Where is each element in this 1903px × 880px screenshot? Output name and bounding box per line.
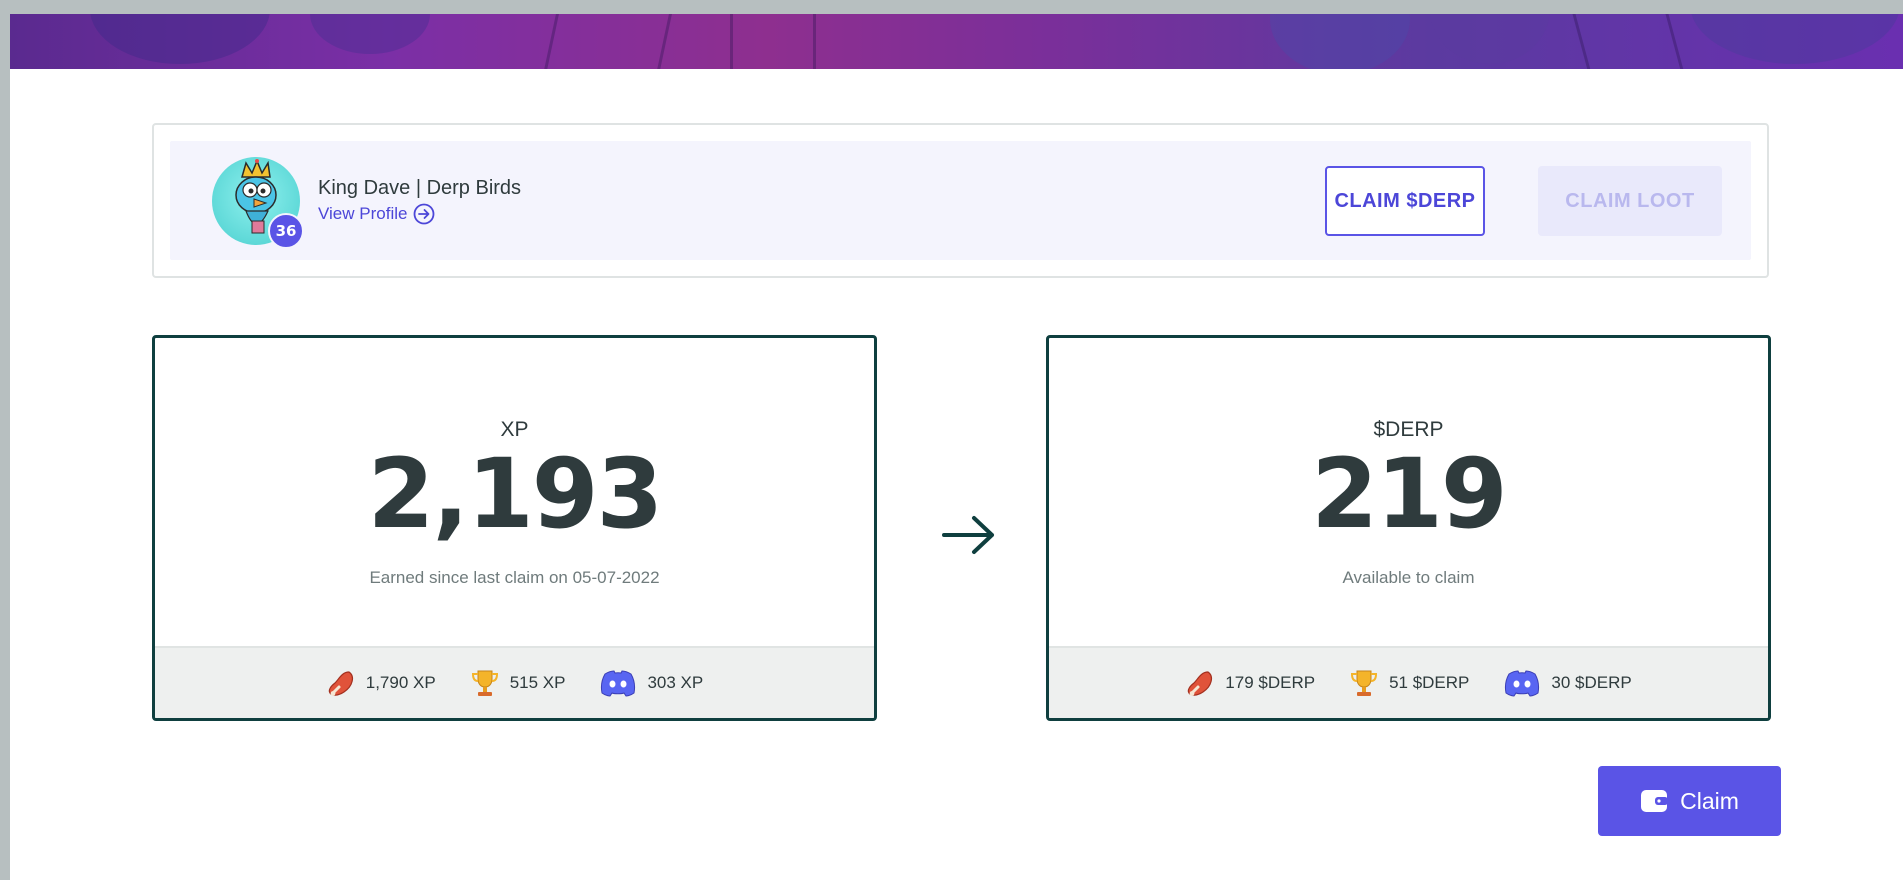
- claim-loot-button[interactable]: CLAIM LOOT: [1538, 166, 1722, 236]
- derp-subtitle: Available to claim: [1342, 568, 1475, 587]
- level-badge: 36: [268, 213, 304, 249]
- meat-icon: [328, 671, 353, 696]
- derp-breakdown: 179 $DERP 51 $DERP 30 $DERP: [1049, 646, 1768, 718]
- xp-meat-text: 1,790 XP: [365, 673, 436, 692]
- view-profile-link[interactable]: View Profile: [318, 203, 435, 225]
- view-profile-label: View Profile: [318, 204, 408, 223]
- wallet-icon: [1641, 790, 1669, 812]
- derp-trophy-text: 51 $DERP: [1389, 673, 1470, 692]
- profile-card-inner: 36 King Dave | Derp Birds View Profile C…: [170, 141, 1751, 260]
- derp-breakdown-item: 51 $DERP: [1349, 668, 1469, 698]
- derp-card: $DERP 219 Available to claim 179 $DERP 5…: [1046, 335, 1771, 721]
- derp-discord-text: 30 $DERP: [1551, 673, 1632, 692]
- xp-breakdown-item: 303 XP: [599, 668, 703, 698]
- xp-breakdown-item: 515 XP: [470, 668, 566, 698]
- claim-button[interactable]: Claim: [1598, 766, 1781, 836]
- xp-trophy-text: 515 XP: [509, 673, 566, 692]
- derp-meat-text: 179 $DERP: [1225, 673, 1316, 692]
- header-banner: [10, 14, 1903, 69]
- profile-name: King Dave | Derp Birds: [318, 177, 522, 199]
- xp-discord-text: 303 XP: [647, 673, 704, 692]
- trophy-icon: [1351, 670, 1378, 696]
- trophy-icon: [471, 670, 498, 696]
- xp-subtitle: Earned since last claim on 05-07-2022: [369, 568, 660, 587]
- page-frame: 36 King Dave | Derp Birds View Profile C…: [10, 14, 1903, 880]
- xp-value: 2,193: [367, 438, 664, 550]
- profile-card: 36 King Dave | Derp Birds View Profile C…: [152, 123, 1769, 278]
- discord-icon: [601, 670, 636, 697]
- meat-icon: [1188, 671, 1213, 696]
- discord-icon: [1505, 670, 1540, 697]
- derp-value: 219: [1311, 438, 1507, 550]
- arrow-circle-right-icon: [414, 203, 435, 225]
- arrow-right-icon: [942, 516, 994, 554]
- derp-breakdown-item: 179 $DERP: [1185, 668, 1315, 698]
- xp-card: XP 2,193 Earned since last claim on 05-0…: [152, 335, 877, 721]
- claim-button-label: Claim: [1680, 787, 1739, 814]
- xp-breakdown-item: 1,790 XP: [326, 668, 436, 698]
- claim-derp-button[interactable]: CLAIM $DERP: [1325, 166, 1485, 236]
- derp-breakdown-item: 30 $DERP: [1503, 668, 1632, 698]
- xp-breakdown: 1,790 XP 515 XP 303 XP: [155, 646, 874, 718]
